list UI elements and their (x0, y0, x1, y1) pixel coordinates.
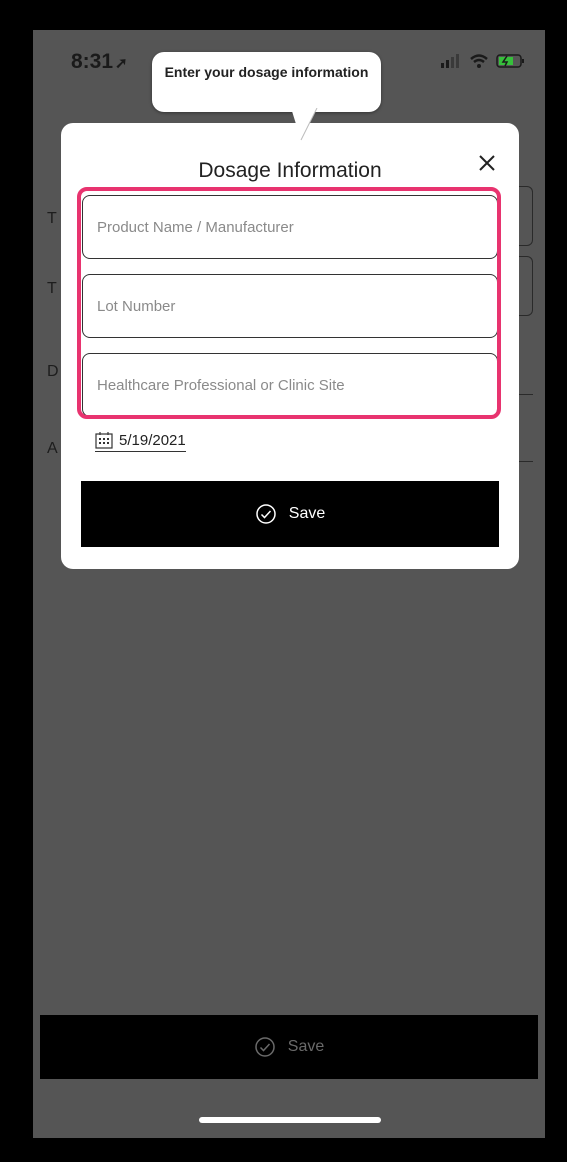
date-picker[interactable]: 5/19/2021 (95, 431, 186, 452)
signal-wifi-battery-icon (441, 54, 524, 68)
background-field-edge (518, 256, 533, 316)
home-indicator[interactable] (199, 1117, 381, 1123)
close-icon[interactable] (473, 149, 501, 177)
background-label-fragment: D (47, 363, 59, 380)
status-time: 8:31 ➚ (71, 50, 128, 74)
background-save-label: Save (287, 1038, 325, 1055)
background-save-button: Save (40, 1015, 538, 1079)
location-arrow-icon: ➚ (115, 55, 128, 72)
save-button-label: Save (288, 505, 326, 522)
calendar-icon[interactable] (95, 431, 113, 449)
background-label-fragment: A (47, 440, 58, 457)
background-label-fragment: T (47, 280, 57, 297)
background-field-edge (518, 186, 533, 246)
date-value[interactable]: 5/19/2021 (119, 432, 186, 449)
dosage-modal: Dosage Information Product Name / Manufa… (61, 123, 519, 569)
check-circle-icon (256, 504, 276, 524)
status-time-text: 8:31 (71, 50, 114, 73)
background-label-fragment: T (47, 210, 57, 227)
dosage-tooltip: Enter your dosage information (152, 52, 381, 112)
close-button[interactable] (473, 149, 501, 177)
status-icons (441, 52, 527, 70)
save-button[interactable]: Save (81, 481, 499, 547)
modal-title: Dosage Information (198, 159, 382, 182)
fields-highlight-outline (77, 187, 501, 419)
phone-screen: 8:31 ➚ T T D A Save Dosage Information P… (33, 30, 545, 1138)
check-circle-icon (255, 1037, 275, 1057)
tooltip-tail (291, 108, 318, 141)
